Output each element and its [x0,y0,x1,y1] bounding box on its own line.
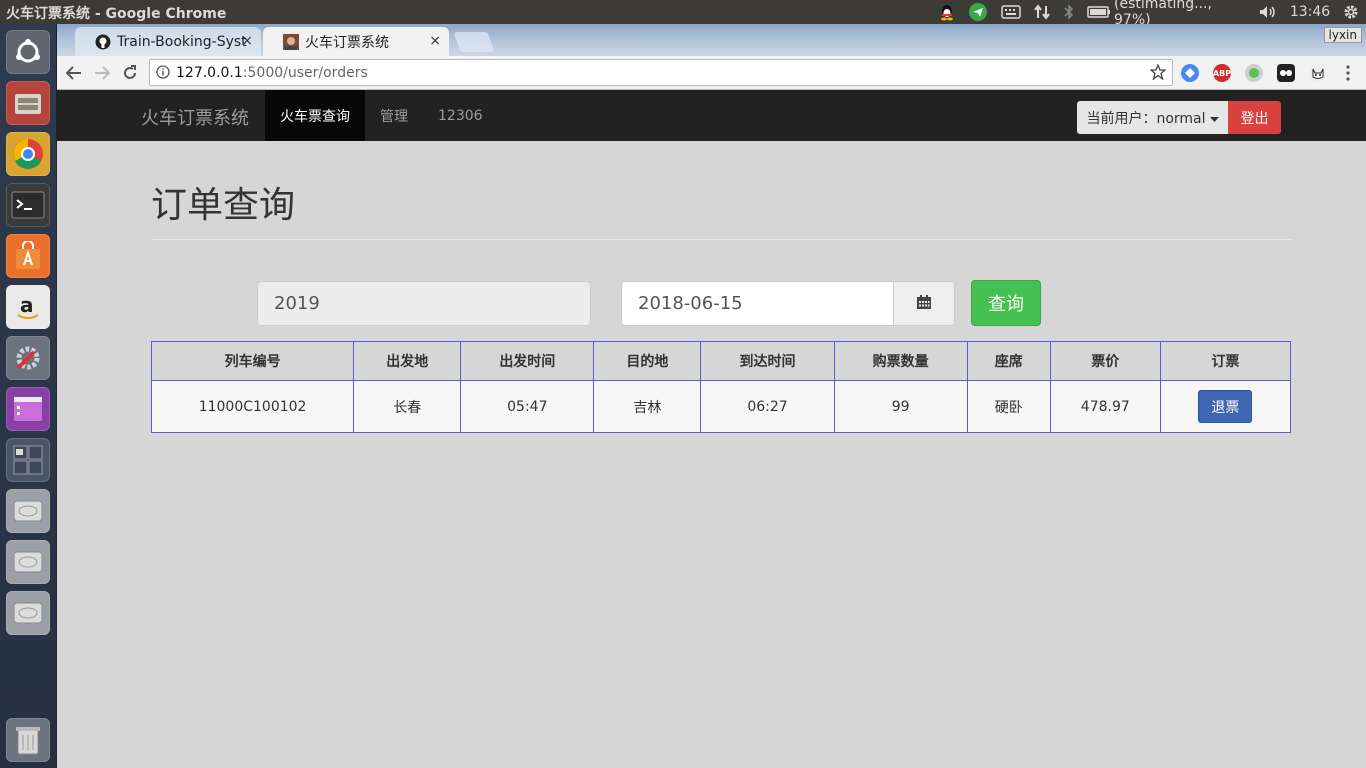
github-icon [95,34,111,50]
url-path: :5000/user/orders [242,64,368,81]
cell-train-no: 11000C100102 [150,380,355,433]
caret-down-icon [1209,110,1219,126]
new-tab-button[interactable] [453,32,495,52]
reload-button[interactable] [119,62,141,84]
url-host: 127.0.0.1 [176,64,243,81]
battery-tray-icon[interactable] [1086,0,1112,24]
refund-button[interactable]: 退票 [1198,390,1253,423]
qq-tray-icon[interactable] [936,0,958,24]
presentation-app-icon[interactable] [6,387,50,431]
bookmark-star-icon[interactable] [1149,63,1167,84]
tab-label: Train-Booking-Syste [117,33,247,50]
profile-badge[interactable]: lyxin [1323,27,1362,43]
column-header: 出发时间 [460,341,595,381]
column-header: 订票 [1159,341,1292,381]
cell-from: 长春 [353,380,462,433]
browser-toolbar: 127.0.0.1 :5000/user/orders ABP [57,56,1366,90]
window-title: 火车订票系统 - Google Chrome [6,6,227,22]
column-header: 座席 [966,341,1051,381]
orders-table: 列车编号 出发地 出发时间 目的地 到达时间 购票数量 座席 票价 订票 110… [150,341,1292,433]
logout-button[interactable]: 登出 [1228,101,1281,134]
clock[interactable]: 13:46 [1287,0,1333,24]
terminal-icon[interactable] [6,183,50,227]
column-header: 到达时间 [700,341,835,381]
title-divider [151,239,1291,240]
query-button[interactable]: 查询 [971,280,1041,326]
cell-price: 478.97 [1049,380,1161,433]
cell-arrive-time: 06:27 [700,380,835,433]
table-row: 11000C100102 长春 05:47 吉林 06:27 99 硬卧 478… [150,380,1292,433]
settings-gear-icon[interactable] [1340,0,1362,24]
adblock-plus-icon[interactable]: ABP [1213,64,1231,82]
address-bar[interactable]: 127.0.0.1 :5000/user/orders [149,59,1173,86]
date-input[interactable]: 2018-06-15 [621,281,894,326]
ubuntu-logo-icon[interactable] [6,30,50,74]
drive-icon[interactable] [6,540,50,584]
network-tray-icon[interactable] [1031,0,1053,24]
close-icon[interactable]: × [241,33,253,49]
nav-link-12306[interactable]: 12306 [423,90,498,141]
current-user-dropdown[interactable]: 当前用户：normal [1077,101,1228,134]
browser-window: Train-Booking-Syste × 火车订票系统 × lyxin 127… [57,24,1366,768]
navbar: 火车订票系统 火车票查询 管理 12306 当前用户：normal 登出 [57,90,1366,141]
column-header: 列车编号 [150,341,355,381]
launcher: a [0,24,57,768]
navbar-brand[interactable]: 火车订票系统 [141,104,249,130]
table-header-row: 列车编号 出发地 出发时间 目的地 到达时间 购票数量 座席 票价 订票 [150,341,1292,381]
trash-icon[interactable] [6,718,50,762]
column-header: 目的地 [593,341,702,381]
bluetooth-tray-icon[interactable] [1061,0,1077,24]
forward-button[interactable] [91,62,113,84]
cat-extension-icon[interactable] [1309,64,1327,82]
volume-tray-icon[interactable] [1256,0,1280,24]
tab-label: 火车订票系统 [305,34,389,51]
chrome-icon[interactable] [6,132,50,176]
back-button[interactable] [63,62,85,84]
tab-github[interactable]: Train-Booking-Syste × [75,27,261,56]
drive-icon[interactable] [6,591,50,635]
battery-status-text: (estimating..., 97%) [1114,0,1212,28]
chrome-menu-icon[interactable] [1337,62,1359,84]
cell-depart-time: 05:47 [460,380,595,433]
nav-link-ticket-query[interactable]: 火车票查询 [265,90,365,141]
nav-link-admin[interactable]: 管理 [365,90,423,141]
files-icon[interactable] [6,81,50,125]
translate-extension-icon[interactable] [1181,64,1199,82]
cell-to: 吉林 [593,380,702,433]
svg-text:a: a [20,293,34,317]
workspace-switcher-icon[interactable] [6,438,50,482]
page-title: 订单查询 [151,185,296,226]
calendar-button[interactable] [893,281,955,326]
column-header: 出发地 [353,341,462,381]
column-header: 购票数量 [833,341,968,381]
current-user-label: 当前用户：normal [1086,110,1206,127]
tab-strip: Train-Booking-Syste × 火车订票系统 × lyxin [57,24,1366,56]
drive-icon[interactable] [6,489,50,533]
train-number-input[interactable]: 2019 [257,281,591,326]
cell-seat: 硬卧 [966,380,1051,433]
web-page: 火车订票系统 火车票查询 管理 12306 当前用户：normal 登出 订单查… [57,90,1366,768]
status-dot-extension-icon[interactable] [1245,64,1263,82]
cell-action: 退票 [1159,380,1292,433]
amazon-icon[interactable]: a [6,285,50,329]
top-panel: 火车订票系统 - Google Chrome (estimating..., 9… [0,0,1366,28]
system-settings-icon[interactable] [6,336,50,380]
keyboard-tray-icon[interactable] [999,0,1023,24]
column-header: 票价 [1049,341,1161,381]
tab-train-booking[interactable]: 火车订票系统 × [263,27,449,56]
info-icon[interactable] [156,65,170,83]
tampermonkey-icon[interactable] [1277,64,1295,82]
avatar-favicon-icon [283,33,299,50]
calendar-icon [916,294,932,314]
software-center-icon[interactable] [6,234,50,278]
cell-quantity: 99 [833,380,968,433]
telegram-tray-icon[interactable] [967,0,989,24]
close-icon[interactable]: × [429,33,441,49]
